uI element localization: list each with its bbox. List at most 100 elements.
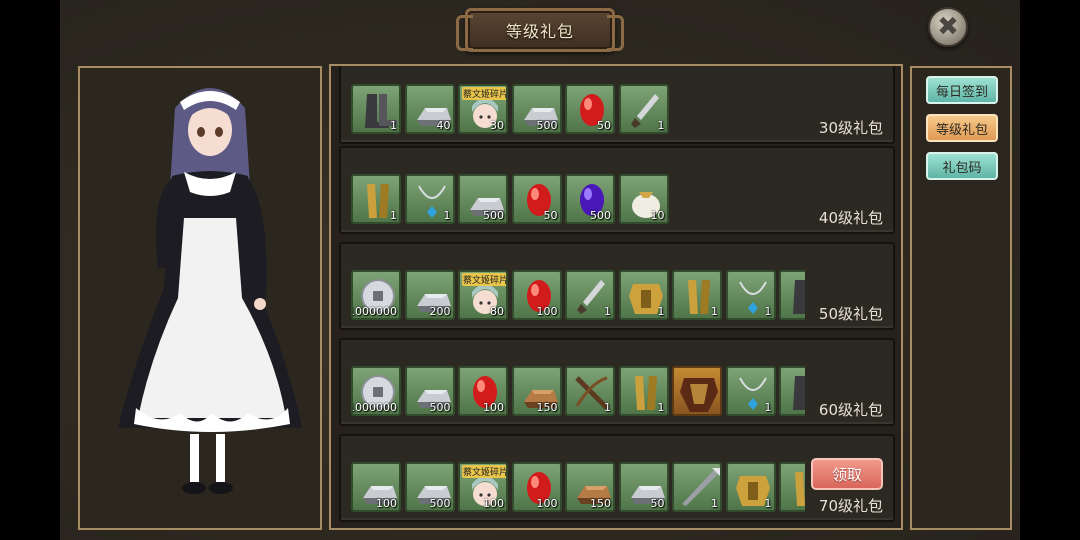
reward-item[interactable]: 200 [404,270,455,320]
reward-row: 1 1 500 50 500 10 40级礼包 [339,146,895,234]
reward-item[interactable]: 40 [404,84,455,134]
item-quantity: 100 [536,497,558,510]
boots-icon [793,280,805,314]
maid-character-illustration [118,88,302,494]
close-button[interactable]: ✖ [928,7,968,47]
title-plaque: 等级礼包 [456,8,624,52]
reward-item[interactable]: 100 [511,462,562,512]
reward-item[interactable]: 1 [725,366,776,416]
item-quantity: 100 [536,305,558,318]
reward-item[interactable]: 蔡文姬碎片 80 [458,270,508,320]
reward-item[interactable]: 1 [565,366,615,416]
reward-item[interactable]: 50 [511,174,562,224]
item-quantity: 1 [711,497,718,510]
item-quantity: 1 [711,305,718,318]
reward-item[interactable]: 1 [565,270,615,320]
reward-item[interactable] [779,366,805,416]
character-panel [78,66,322,530]
item-quantity: 1000000 [351,305,397,318]
page-title: 等级礼包 [505,22,574,41]
item-quantity: 1 [390,209,397,222]
reward-item[interactable]: 500 [404,462,455,512]
item-quantity: 500 [590,209,611,222]
reward-item[interactable]: 1 [725,462,776,512]
reward-item[interactable] [779,270,805,320]
reward-level-label: 60级礼包 [818,401,883,419]
reward-item[interactable]: 150 [565,462,615,512]
reward-items: 100 500 蔡文姬碎片 100 100 150 50 1 1 [351,462,805,514]
tab-panel: 每日签到 等级礼包 礼包码 [910,66,1012,530]
item-quantity: 200 [429,305,451,318]
reward-item[interactable]: 1 [672,270,722,320]
reward-item[interactable]: 1000000 [351,366,401,416]
item-quantity: 50 [543,209,558,222]
fragment-tag: 蔡文姬碎片 [462,87,506,100]
reward-level-label: 70级礼包 [818,497,883,515]
reward-item[interactable]: 1 [618,270,669,320]
tab-gift-code[interactable]: 礼包码 [926,152,998,180]
reward-item[interactable]: 蔡文姬碎片 30 [458,84,508,134]
reward-item[interactable]: 1 [351,84,401,134]
reward-item[interactable]: 蔡文姬碎片 100 [458,462,508,512]
reward-item[interactable]: 50 [618,462,669,512]
close-icon: ✖ [937,12,959,42]
reward-item[interactable]: 1 [725,270,776,320]
reward-item[interactable]: 1 [672,462,722,512]
reward-item[interactable]: 1 [618,366,669,416]
reward-item[interactable]: 500 [404,366,455,416]
item-quantity: 1 [657,305,665,318]
item-quantity: 1 [443,209,451,222]
item-quantity: 500 [429,497,451,510]
reward-item[interactable]: 1000000 [351,270,401,320]
item-quantity: 1 [764,497,772,510]
tab-daily-checkin[interactable]: 每日签到 [926,76,998,104]
reward-items: 1000000 200 蔡文姬碎片 80 100 1 1 1 1 [351,270,805,322]
item-quantity: 1 [604,305,611,318]
reward-item[interactable] [779,462,805,512]
fragment-tag: 蔡文姬碎片 [462,465,506,478]
reward-row: 1000000 200 蔡文姬碎片 80 100 1 1 1 1 50级礼包 [339,242,895,330]
reward-level-label: 50级礼包 [818,305,883,323]
reward-row: 1000000 500 100 150 1 1 1 60级礼包 [339,338,895,426]
item-quantity: 1 [390,119,397,132]
reward-items: 1 1 500 50 500 10 [351,174,805,226]
tab-level-gift[interactable]: 等级礼包 [926,114,998,142]
item-quantity: 150 [536,401,558,414]
reward-items: 1000000 500 100 150 1 1 1 [351,366,805,418]
tab-label: 礼包码 [942,160,982,176]
claim-button[interactable]: 领取 [811,458,883,490]
item-quantity: 100 [483,497,504,510]
reward-item[interactable]: 1 [404,174,455,224]
reward-item[interactable]: 500 [458,174,508,224]
reward-item[interactable]: 1 [351,174,401,224]
item-quantity: 500 [536,119,558,132]
item-quantity: 1 [604,401,611,414]
level-rewards-list[interactable]: 1 40 蔡文姬碎片 30 500 50 1 30级礼包 1 1 500 50 500 10 40级礼包 10… [329,64,903,530]
reward-row: 100 500 蔡文姬碎片 100 100 150 50 1 1 领取 70级礼包 [339,434,895,522]
reward-item[interactable]: 150 [511,366,562,416]
reward-item[interactable]: 50 [565,84,615,134]
reward-item[interactable]: 500 [565,174,615,224]
dark-armor-icon [680,378,718,412]
item-quantity: 1 [764,305,772,318]
item-quantity: 50 [597,119,611,132]
item-quantity: 500 [429,401,451,414]
reward-item[interactable]: 100 [511,270,562,320]
item-quantity: 80 [490,305,504,318]
tab-label: 等级礼包 [935,122,988,138]
reward-item[interactable]: 10 [618,174,669,224]
item-quantity: 1 [764,401,772,414]
reward-item[interactable]: 100 [351,462,401,512]
reward-item[interactable]: 100 [458,366,508,416]
item-quantity: 10 [650,209,665,222]
item-quantity: 100 [376,497,397,510]
reward-item[interactable] [672,366,722,416]
item-quantity: 500 [483,209,504,222]
item-quantity: 1 [657,119,665,132]
reward-item[interactable]: 500 [511,84,562,134]
item-quantity: 150 [590,497,611,510]
reward-item[interactable]: 1 [618,84,669,134]
item-quantity: 50 [650,497,665,510]
gold-greaves-icon [795,472,805,506]
fragment-tag: 蔡文姬碎片 [462,273,506,286]
